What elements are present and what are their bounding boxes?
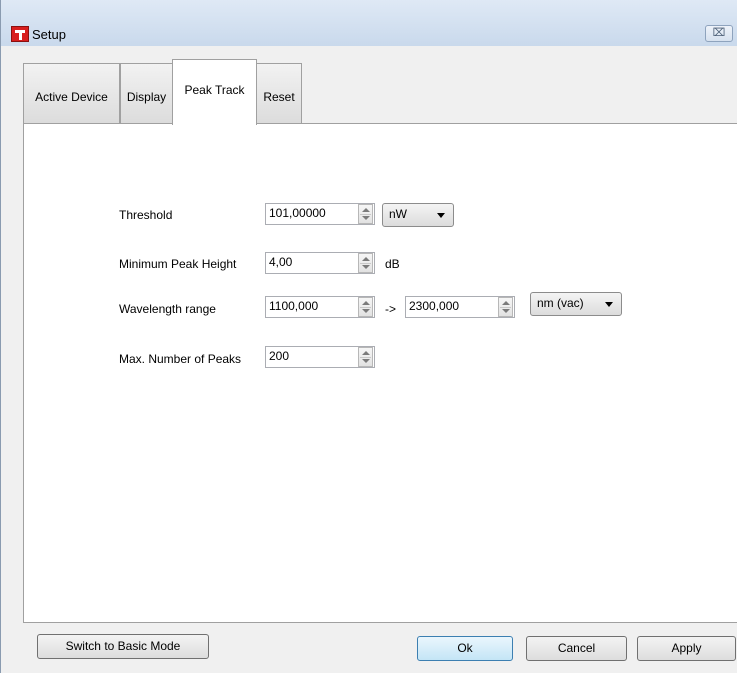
threshold-spinner[interactable]	[358, 204, 373, 224]
switch-basic-mode-button[interactable]: Switch to Basic Mode	[37, 634, 209, 659]
wavelength-range-arrow: ->	[385, 302, 397, 316]
close-button[interactable]: ⌧	[705, 25, 733, 42]
chevron-down-icon	[605, 302, 613, 307]
min-peak-height-unit: dB	[385, 257, 400, 271]
threshold-unit-value: nW	[389, 207, 407, 221]
min-peak-height-label: Minimum Peak Height	[119, 257, 237, 271]
max-peaks-label: Max. Number of Peaks	[119, 352, 242, 366]
wavelength-to-spinner[interactable]	[498, 297, 513, 317]
max-peaks-spinner[interactable]	[358, 347, 373, 367]
cancel-button[interactable]: Cancel	[526, 636, 627, 661]
tab-active-device[interactable]: Active Device	[23, 63, 120, 123]
tab-peak-track[interactable]: Peak Track	[172, 59, 257, 125]
tab-display[interactable]: Display	[120, 63, 173, 123]
wavelength-unit-select[interactable]: nm (vac)	[530, 292, 622, 316]
setup-dialog: Setup ⌧ Active Device Display Peak Track…	[0, 0, 737, 673]
tab-reset[interactable]: Reset	[256, 63, 302, 123]
threshold-label: Threshold	[119, 208, 173, 222]
chevron-down-icon	[437, 213, 445, 218]
window-title: Setup	[32, 27, 66, 42]
ok-button[interactable]: Ok	[417, 636, 513, 661]
peak-track-panel	[23, 123, 737, 623]
app-logo-icon	[11, 26, 29, 42]
title-bar[interactable]: Setup ⌧	[1, 0, 737, 46]
wavelength-from-spinner[interactable]	[358, 297, 373, 317]
min-peak-height-spinner[interactable]	[358, 253, 373, 273]
wavelength-range-label: Wavelength range	[119, 302, 216, 316]
apply-button[interactable]: Apply	[637, 636, 736, 661]
threshold-unit-select[interactable]: nW	[382, 203, 454, 227]
wavelength-unit-value: nm (vac)	[537, 296, 584, 310]
